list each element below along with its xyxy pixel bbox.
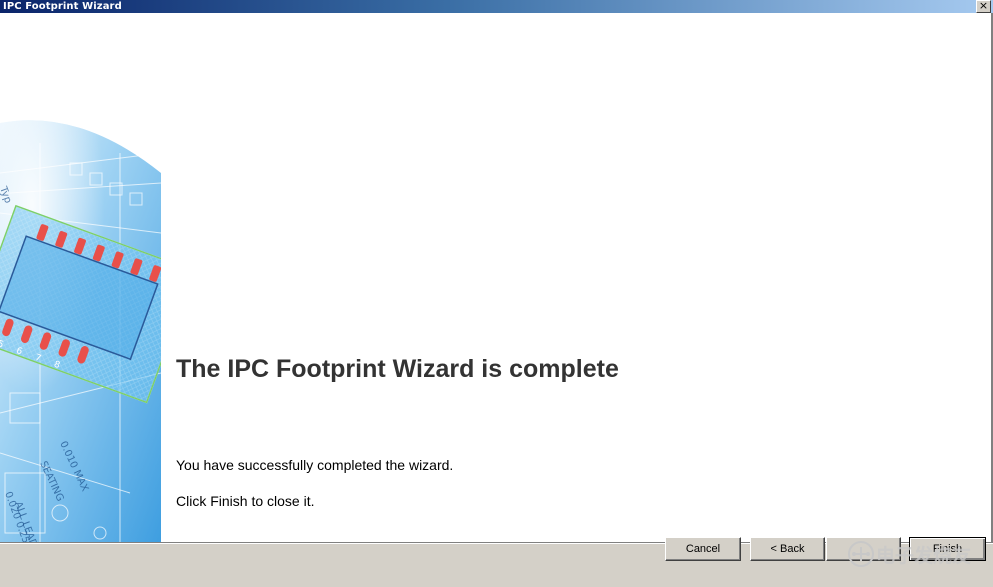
cancel-label: Cancel — [685, 543, 721, 555]
close-button[interactable]: × — [976, 0, 991, 13]
wizard-client-area: 5 6 7 8 0.010 MAX 0.020 0.254 ALL LEADS … — [0, 13, 993, 587]
window-title: IPC Footprint Wizard — [3, 1, 122, 12]
title-bar[interactable]: IPC Footprint Wizard × — [0, 0, 993, 13]
pcb-blueprint-illustration: 5 6 7 8 0.010 MAX 0.020 0.254 ALL LEADS … — [0, 120, 161, 543]
finish-button[interactable]: Finish — [909, 537, 986, 561]
next-button[interactable] — [826, 537, 901, 561]
wizard-banner-image: 5 6 7 8 0.010 MAX 0.020 0.254 ALL LEADS … — [0, 113, 161, 543]
completion-heading: The IPC Footprint Wizard is complete — [176, 355, 619, 383]
cancel-button[interactable]: Cancel — [665, 537, 741, 561]
wizard-page: 5 6 7 8 0.010 MAX 0.020 0.254 ALL LEADS … — [0, 13, 993, 543]
finish-label: Finish — [932, 543, 963, 555]
completion-message: You have successfully completed the wiza… — [176, 457, 454, 473]
back-button[interactable]: < Back — [750, 537, 825, 561]
back-label: < Back — [770, 543, 805, 555]
finish-instruction: Click Finish to close it. — [176, 493, 315, 509]
